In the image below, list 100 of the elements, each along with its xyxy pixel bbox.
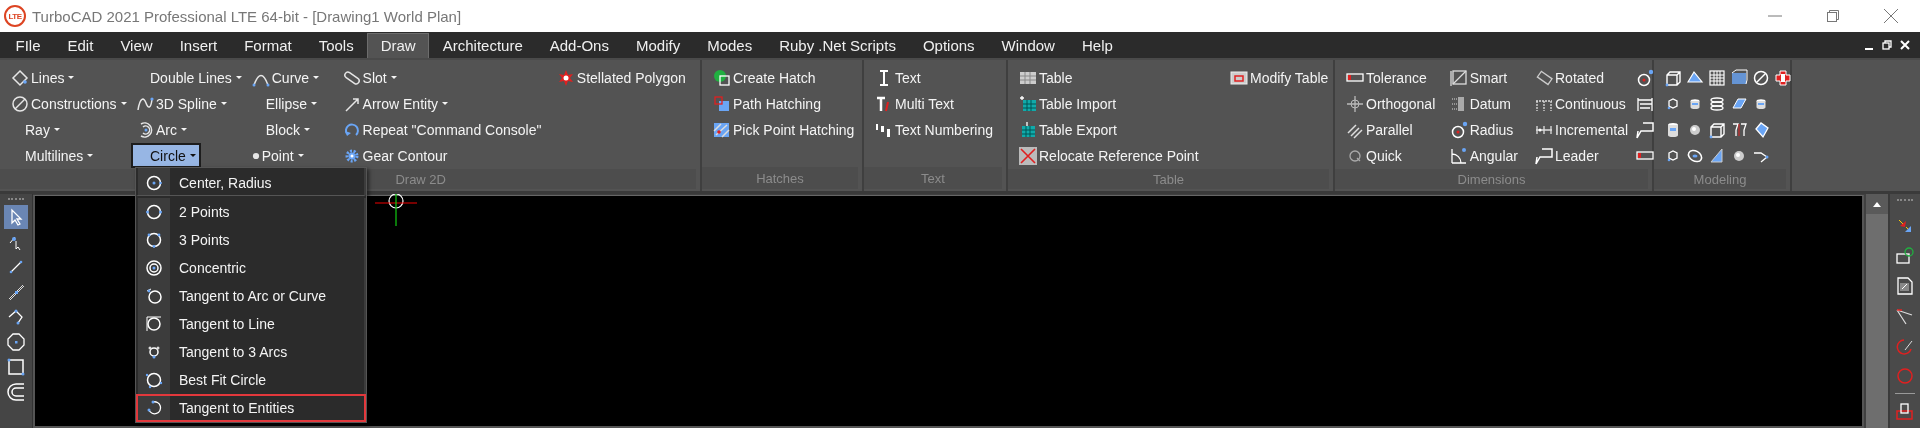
octagon-icon [7,333,25,351]
menu-tab[interactable]: Window [988,33,1069,58]
circle-rect-icon[interactable] [1896,247,1914,265]
scrollbar[interactable] [1866,194,1888,428]
menu-item[interactable]: Center, Radius [136,168,366,196]
tool-button[interactable]: Block [246,117,315,142]
circle-icon [145,203,163,221]
menu-tab[interactable]: Insert [166,33,231,58]
menu-item[interactable]: Tangent to Entities [136,394,366,422]
tool-button[interactable]: Datum [1444,91,1516,116]
menu-tab[interactable]: Format [230,33,306,58]
tool-button[interactable]: Slot [337,65,402,90]
window-icon [1230,68,1248,87]
circle-icon [145,399,163,417]
document-icon[interactable] [1896,277,1914,295]
tool-button[interactable] [4,330,28,354]
tool-button[interactable]: Multi Text [870,91,959,116]
arc-measure-icon[interactable] [1896,337,1914,355]
tool-button[interactable]: Constructions [6,91,132,116]
tool-button[interactable]: Smart [1444,65,1513,90]
tool-button[interactable]: Circle [131,143,201,168]
circle-line-icon [145,315,163,333]
group-label: Dimensions [1457,171,1526,187]
menu-item[interactable]: Tangent to Arc or Curve [136,282,366,310]
stack-icon [1708,94,1726,113]
menu-tab[interactable]: Modes [693,33,766,58]
tool-button[interactable]: Leader [1530,143,1604,168]
tool-button[interactable]: Ray [6,117,65,142]
tool-button[interactable]: Create Hatch [708,65,821,90]
group-label: Draw 2D [395,171,446,187]
tool-button[interactable]: Parallel [1341,117,1418,142]
menu-tab[interactable]: Modify [622,33,694,58]
tool-button[interactable]: 3D Spline [131,91,232,116]
tool-button[interactable]: Text Numbering [870,117,999,142]
tool-button[interactable]: Table Export [1014,117,1122,142]
menu-item[interactable]: Tangent to Line [136,310,366,338]
striped-square-icon [713,120,731,139]
scroll-up-icon[interactable] [1873,201,1881,207]
window-title: TurboCAD 2021 Professional LTE 64-bit - [Drawing1 World Plan] [32,7,463,25]
table-export-icon [1019,120,1037,139]
tool-button[interactable]: Arc [131,117,192,142]
menu-tab[interactable]: Help [1068,33,1127,58]
tool-button[interactable]: Angular [1444,143,1523,168]
menu-tab[interactable]: Tools [305,33,368,58]
tool-button[interactable]: Double Lines [131,65,247,90]
menu-item[interactable]: 2 Points [136,198,366,226]
menu-tab[interactable]: View [106,33,167,58]
tool-button[interactable]: Text [870,65,926,90]
tool-button[interactable]: Tolerance [1341,65,1432,90]
angle-lines-icon[interactable] [1896,307,1914,325]
tool-button[interactable]: Multilines [6,143,99,168]
tool-button[interactable]: Rotated [1530,65,1610,90]
diamond-icon [11,68,29,87]
tool-button[interactable]: Table [1014,65,1078,90]
tool-button[interactable]: Gear Contour [337,143,453,168]
tool-button[interactable]: Lines [6,65,80,90]
app-logo: LTE [4,5,26,27]
print-frame-icon[interactable] [1896,402,1914,420]
cone-icon [1708,146,1726,165]
tool-button[interactable]: Orthogonal [1341,91,1441,116]
tool-button[interactable]: Arrow Entity [337,91,454,116]
crossed-circle-icon [11,94,29,113]
tool-button[interactable]: Table Import [1014,91,1122,116]
polyline-icon [7,308,25,326]
tool-button[interactable]: Incremental [1530,117,1634,142]
cross-icon [1774,68,1792,87]
tool-button[interactable]: Path Hatching [708,91,826,116]
tool-button[interactable]: Stellated Polygon [551,65,691,90]
tool-button[interactable]: Quick [1341,143,1407,168]
hatch-icon [713,68,731,87]
restore-icon[interactable] [1882,40,1892,50]
menu-item[interactable]: Concentric [136,254,366,282]
menu-tab[interactable]: Edit [54,33,107,58]
cube-icon [1664,68,1682,87]
move-icon [1346,94,1364,113]
tool-button[interactable]: Modify Table [1225,65,1334,90]
menu-item[interactable]: Best Fit Circle [136,366,366,394]
tool-button[interactable]: Curve [246,65,325,90]
crossed-square-icon [1019,146,1037,165]
squares-icon [713,94,731,113]
box-frame-icon [1730,68,1748,87]
menu-tab[interactable]: Options [909,33,989,58]
menu-item[interactable]: Tangent to 3 Arcs [136,338,366,366]
menu-tab[interactable]: Ruby .Net Scripts [765,33,910,58]
tool-button[interactable]: Ellipse [246,91,322,116]
diagonal-square-icon [1449,68,1468,87]
tool-button[interactable]: Pick Point Hatching [708,117,860,142]
tool-button[interactable]: Relocate Reference Point [1014,143,1204,168]
tool-button[interactable]: Repeat "Command Console" [337,117,547,142]
menu-item[interactable]: 3 Points [136,226,366,254]
menu-tab[interactable]: Draw [367,33,430,58]
tool-button[interactable]: Continuous [1530,91,1631,116]
menu-tab[interactable]: Architecture [429,33,537,58]
cube-icon [1708,120,1726,139]
circle-icon [145,371,163,389]
menu-tab[interactable]: Add-Ons [536,33,623,58]
menu-tab[interactable]: FIle [2,33,54,58]
table-add-icon [1019,94,1037,113]
tool-button[interactable]: Radius [1444,117,1519,142]
snap-icon[interactable] [1896,217,1914,235]
